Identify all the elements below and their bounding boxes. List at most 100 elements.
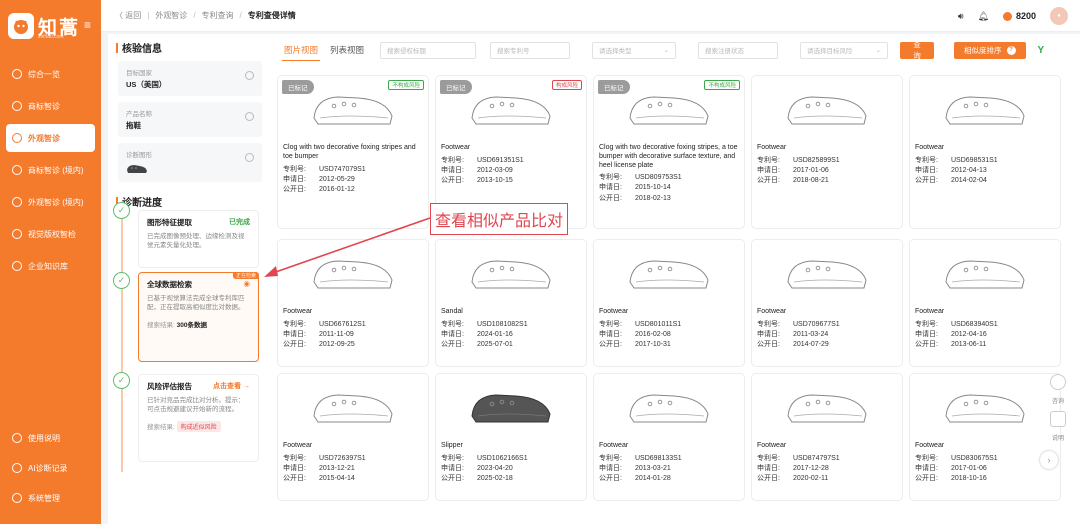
tab-image-view[interactable]: 图片视图: [282, 40, 321, 61]
sidebar-item-knowledge[interactable]: 企业知识库: [6, 252, 95, 280]
patent-drawing[interactable]: [752, 240, 902, 304]
points-display[interactable]: 8200: [1002, 11, 1036, 21]
card-field-publish: 公开日: 2018-02-13: [599, 194, 739, 204]
patent-card[interactable]: Footwear 专利号: USD698531S1 申请日: 2012-04-13 公开日…: [910, 76, 1060, 228]
shoe-drawing-icon: [471, 260, 551, 289]
patent-card[interactable]: 已标记 不构成风险 Clog with two decorative foxing …: [278, 76, 428, 228]
breadcrumb-item[interactable]: 外观智诊: [155, 10, 187, 21]
type-select[interactable]: 请选择类型 ⌄: [592, 41, 677, 59]
field-value: 2012-04-16: [951, 330, 987, 338]
patent-drawing[interactable]: [594, 240, 744, 304]
tab-list-view[interactable]: 列表视图: [328, 40, 366, 60]
avatar[interactable]: ●: [1050, 7, 1068, 25]
patent-drawing[interactable]: 已标记 不构成风险: [594, 76, 744, 140]
chat-icon[interactable]: [1050, 374, 1066, 390]
patent-drawing[interactable]: [910, 76, 1060, 140]
patent-drawing[interactable]: [594, 374, 744, 438]
chevron-down-icon: ⌄: [663, 47, 670, 54]
field-label: 专利号:: [757, 454, 780, 462]
patent-drawing[interactable]: [278, 374, 428, 438]
patent-card[interactable]: Sandal 专利号: USD1081082S1 申请日: 2024-01-16 公开日:…: [436, 240, 586, 366]
field-label: 公开日:: [283, 475, 306, 483]
y-logo-icon[interactable]: Y: [1038, 45, 1045, 56]
field-value: 2017-01-06: [793, 166, 829, 174]
bell-icon[interactable]: 🔔︎: [978, 11, 989, 22]
patent-search-input[interactable]: 搜索专利号: [490, 41, 571, 59]
eye-icon[interactable]: ◉: [243, 279, 250, 290]
sidebar-item-help[interactable]: 使用说明: [6, 424, 95, 452]
query-button[interactable]: 查 询: [900, 40, 935, 60]
patent-card[interactable]: Footwear 专利号: USD830675S1 申请日: 2017-01-06 公开日…: [910, 374, 1060, 500]
patent-drawing[interactable]: [436, 240, 586, 304]
title-search-input[interactable]: 搜索侵权标题: [380, 41, 477, 59]
check-icon: ✓: [113, 372, 130, 389]
card-field-patent: 专利号: USD698133S1: [599, 454, 739, 464]
patent-card[interactable]: Footwear 专利号: USD726397S1 申请日: 2013-12-21 公开日…: [278, 374, 428, 500]
card-field-apply: 申请日: 2013-03-21: [599, 464, 739, 474]
card-field-apply: 申请日: 2017-01-06: [915, 464, 1055, 474]
patent-card[interactable]: 已标记 不构成风险 Clog with two decorative foxing …: [594, 76, 744, 228]
similarity-sort-button[interactable]: 相似度排序?: [954, 41, 1026, 59]
sidebar-item-records[interactable]: AI诊断记录: [6, 454, 95, 482]
field-label: 公开日:: [441, 177, 464, 185]
shoe-thumbnail[interactable]: [126, 162, 148, 174]
sidebar-item-design-domestic[interactable]: 外观智诊 (境内): [6, 188, 95, 216]
patent-drawing[interactable]: [910, 240, 1060, 304]
sidebar-item-overview[interactable]: 综合一览: [6, 60, 95, 88]
back-link[interactable]: 〈 返回: [115, 10, 141, 21]
field-label: 申请日:: [441, 166, 464, 174]
card-field-apply: 申请日: 2012-05-29: [283, 175, 423, 185]
chevron-right-icon[interactable]: ›: [1040, 451, 1058, 469]
patent-card[interactable]: Footwear 专利号: USD874797S1 申请日: 2017-12-28 公开日…: [752, 374, 902, 500]
patent-drawing[interactable]: 已标记 不构成风险: [278, 76, 428, 140]
manual-label[interactable]: 说明: [1052, 433, 1064, 442]
patent-card[interactable]: Slipper 专利号: USD1062166S1 申请日: 2023-04-20 公开日…: [436, 374, 586, 500]
logo-icon: [8, 13, 34, 39]
patent-card[interactable]: Footwear 专利号: USD825899S1 申请日: 2017-01-06 公开日…: [752, 76, 902, 228]
risk-badge: 构成近似风险: [176, 420, 221, 432]
field-label: 专利号:: [599, 454, 622, 462]
field-value: 2013-03-21: [635, 464, 671, 472]
card-title: Footwear: [283, 308, 313, 315]
filter-bar: 图片视图 列表视图 搜索侵权标题 搜索专利号 请选择类型 ⌄ 搜索注册状态 请选择…: [270, 34, 1080, 66]
card-field-apply: 申请日: 2017-12-28: [757, 464, 897, 474]
view-report-link[interactable]: 点击查看 →: [213, 381, 250, 392]
consult-label[interactable]: 咨询: [1052, 396, 1064, 405]
patent-card[interactable]: Footwear 专利号: USD683940S1 申请日: 2012-04-16 公开日…: [910, 240, 1060, 366]
sidebar-item-trademark-domestic[interactable]: 商标智诊 (境内): [6, 156, 95, 184]
breadcrumb-separator: /: [193, 11, 196, 20]
home-icon: [12, 69, 22, 79]
patent-drawing[interactable]: 已标记 构成风险: [436, 76, 586, 140]
field-label: 公开日:: [915, 341, 938, 349]
sidebar-item-copyright[interactable]: 视觉版权智检: [6, 220, 95, 248]
status-search-input[interactable]: 搜索注册状态: [698, 41, 779, 59]
speaker-icon[interactable]: 🔊︎: [958, 11, 964, 22]
image-icon: [12, 229, 22, 239]
field-label: 公开日:: [599, 194, 622, 202]
card-field-publish: 公开日: 2014-01-28: [599, 474, 739, 484]
field-value: 2015-10-14: [635, 184, 671, 192]
shoe-drawing-icon: [471, 394, 551, 423]
field-label: 公开日:: [283, 341, 306, 349]
field-label: 申请日:: [599, 184, 622, 192]
breadcrumb-item[interactable]: 专利查询: [202, 10, 234, 21]
patent-drawing[interactable]: [436, 374, 586, 438]
menu-toggle-icon[interactable]: ≡: [84, 18, 91, 32]
patent-card[interactable]: Footwear 专利号: USD801011S1 申请日: 2016-02-08 公开日…: [594, 240, 744, 366]
risk-badge: 不构成风险: [704, 80, 740, 90]
card-title: Footwear: [283, 442, 313, 449]
patent-card[interactable]: Footwear 专利号: USD709677S1 申请日: 2011-03-24 公开日…: [752, 240, 902, 366]
sidebar-item-settings[interactable]: 系统管理: [6, 484, 95, 512]
sidebar-item-design[interactable]: 外观智诊: [6, 124, 95, 152]
sidebar-item-trademark[interactable]: 商标智诊: [6, 92, 95, 120]
risk-select[interactable]: 请选择目标风险 ⌄: [800, 41, 889, 59]
patent-drawing[interactable]: [752, 76, 902, 140]
step-card-search[interactable]: 正在检索 全球数据检索 ◉ 已基于视觉算法完成全球专利库匹配，正在提取高相似度比对…: [138, 272, 259, 362]
doc-icon[interactable]: [1050, 411, 1066, 427]
patent-drawing[interactable]: [910, 374, 1060, 438]
patent-drawing[interactable]: [752, 374, 902, 438]
field-label: 公开日:: [915, 177, 938, 185]
card-title: Clog with two decorative foxing stripes …: [283, 144, 416, 160]
field-label: 专利号:: [283, 320, 306, 328]
patent-card[interactable]: Footwear 专利号: USD698133S1 申请日: 2013-03-21 公开日…: [594, 374, 744, 500]
